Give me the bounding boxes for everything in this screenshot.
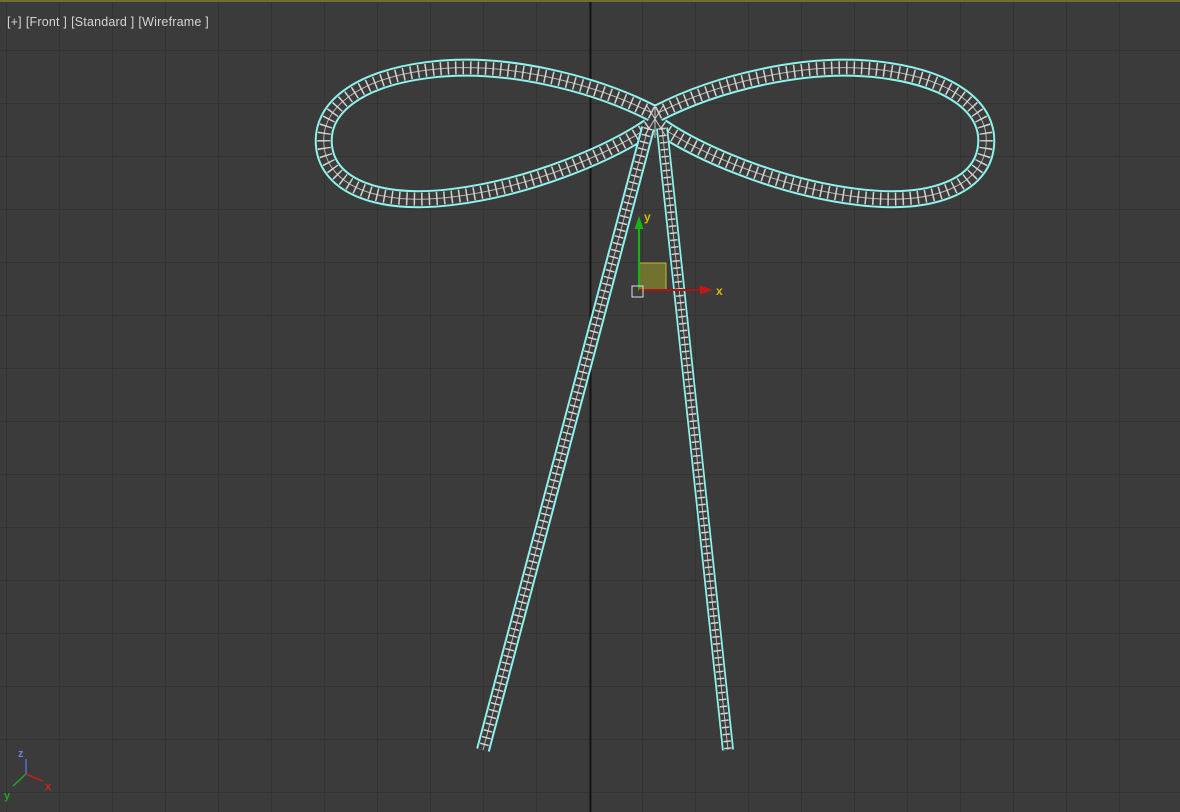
viewport-shading-menu[interactable]: [Wireframe ] xyxy=(138,15,208,29)
tripod-x-axis-icon xyxy=(26,774,43,781)
bow-spline-object[interactable] xyxy=(324,68,987,750)
gizmo-y-arrowhead-icon[interactable] xyxy=(635,216,644,229)
gizmo-y-label: y xyxy=(644,210,651,224)
bow-left-loop xyxy=(324,68,652,199)
scene-canvas: y x z y x xyxy=(0,0,1180,812)
world-axis-tripod: z y x xyxy=(4,748,52,802)
bow-right-loop xyxy=(658,68,986,199)
tripod-x-label: x xyxy=(45,781,52,793)
bow-right-tail xyxy=(662,128,728,750)
active-viewport-border xyxy=(0,0,1180,2)
viewport-render-preset-menu[interactable]: [Standard ] xyxy=(71,15,134,29)
tripod-y-axis-icon xyxy=(13,774,26,786)
gizmo-x-label: x xyxy=(716,284,723,298)
gizmo-x-arrowhead-icon[interactable] xyxy=(700,286,713,295)
tripod-y-label: y xyxy=(4,790,11,802)
viewport-front[interactable]: y x z y x [+] [Front ] [Standard ] [Wirefra… xyxy=(0,0,1180,812)
viewport-label-bar: [+] [Front ] [Standard ] [Wireframe ] xyxy=(7,15,213,29)
tripod-z-label: z xyxy=(18,748,24,760)
viewport-general-menu[interactable]: [+] xyxy=(7,15,22,29)
viewport-pov-menu[interactable]: [Front ] xyxy=(26,15,67,29)
bow-left-tail xyxy=(483,128,648,750)
